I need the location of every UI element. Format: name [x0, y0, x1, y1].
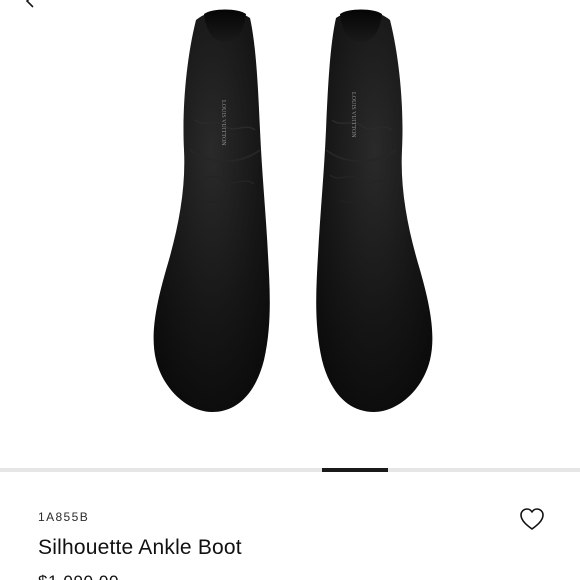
product-price: $1,090.00	[38, 572, 119, 580]
product-image-gallery[interactable]: LOUIS VUITTON LOUIS VUITTON	[0, 0, 580, 472]
svg-text:LOUIS VUITTON: LOUIS VUITTON	[220, 100, 226, 146]
heart-outline-icon[interactable]	[518, 506, 546, 532]
product-info-panel: 1A855B Silhouette Ankle Boot $1,090.00	[0, 472, 580, 580]
left-boot: LOUIS VUITTON	[153, 9, 270, 412]
product-title: Silhouette Ankle Boot	[38, 536, 242, 559]
product-sku: 1A855B	[38, 510, 90, 524]
product-image: LOUIS VUITTON LOUIS VUITTON	[153, 9, 433, 412]
right-boot: LOUIS VUITTON	[316, 9, 433, 412]
chevron-left-icon[interactable]	[24, 0, 38, 8]
svg-text:LOUIS VUITTON: LOUIS VUITTON	[350, 92, 356, 138]
product-detail-screen: LOUIS VUITTON LOUIS VUITTON 1A855B Silho…	[0, 0, 580, 580]
